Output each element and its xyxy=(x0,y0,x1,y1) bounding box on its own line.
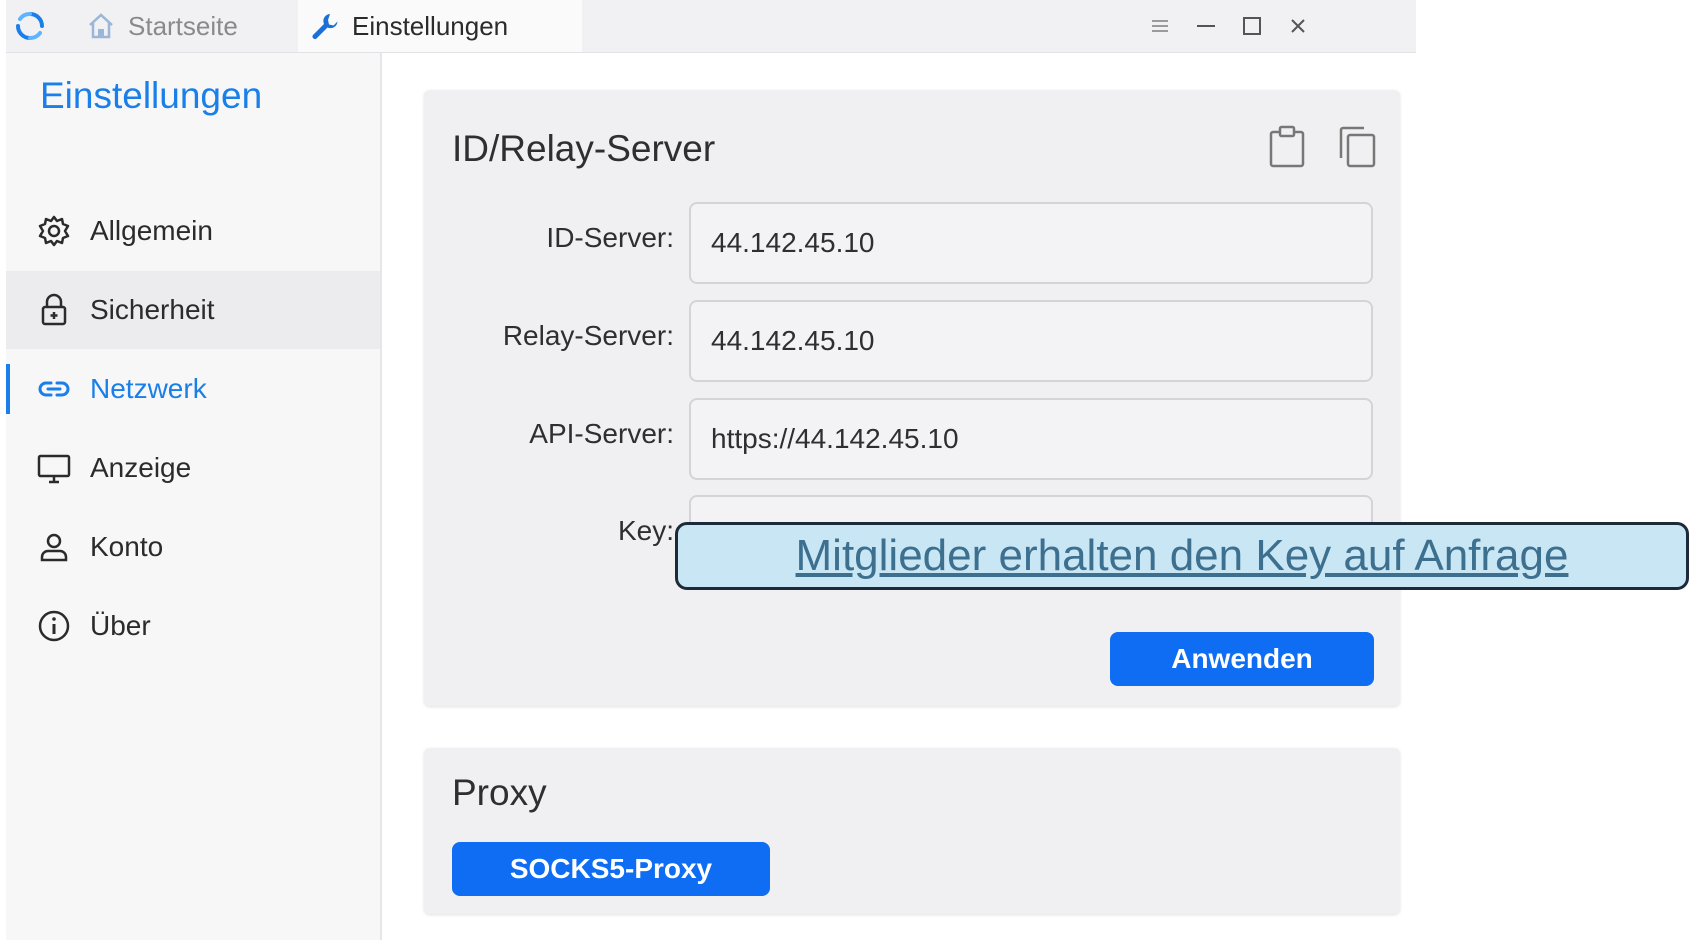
key-request-link[interactable]: Mitglieder erhalten den Key auf Anfrage xyxy=(796,531,1569,581)
card-title: Proxy xyxy=(452,772,547,813)
sidebar-item-sicherheit[interactable]: Sicherheit xyxy=(6,271,380,349)
sidebar-item-label: Konto xyxy=(90,531,164,562)
user-icon xyxy=(40,533,68,562)
tab-label: Startseite xyxy=(128,10,238,41)
sidebar-item-netzwerk[interactable]: Netzwerk xyxy=(6,350,380,428)
maximize-icon[interactable] xyxy=(1238,12,1266,40)
sidebar-item-label: Allgemein xyxy=(90,215,213,246)
lock-icon xyxy=(41,293,67,326)
proxy-card: Proxy SOCKS5-Proxy xyxy=(424,748,1400,914)
sidebar-item-konto[interactable]: Konto xyxy=(6,508,380,586)
tab-einstellungen[interactable]: Einstellungen xyxy=(298,0,582,52)
relay-server-input[interactable] xyxy=(689,300,1373,382)
apply-button[interactable]: Anwenden xyxy=(1110,632,1374,686)
minimize-icon[interactable] xyxy=(1192,12,1220,40)
id-server-label: ID-Server: xyxy=(546,222,674,253)
sidebar-item-label: Netzwerk xyxy=(90,373,207,404)
key-label: Key: xyxy=(617,515,674,546)
wrench-icon xyxy=(312,14,338,39)
sidebar-item-label: Anzeige xyxy=(90,452,192,483)
relay-server-label: Relay-Server: xyxy=(502,320,674,351)
menu-icon[interactable] xyxy=(1146,12,1174,40)
monitor-icon xyxy=(37,454,71,484)
sidebar-item-ueber[interactable]: Über xyxy=(6,587,380,665)
api-server-label: API-Server: xyxy=(529,418,674,449)
relay-server-card: ID/Relay-Server ID-Server: Relay-Server:… xyxy=(424,90,1400,706)
close-icon[interactable] xyxy=(1284,12,1312,40)
home-icon xyxy=(89,13,113,39)
sidebar: Einstellungen Allgemein Sicherheit Netzw… xyxy=(6,53,382,940)
sidebar-item-allgemein[interactable]: Allgemein xyxy=(6,192,380,270)
copy-icon[interactable] xyxy=(1336,124,1378,170)
sidebar-title: Einstellungen xyxy=(40,75,263,116)
app-window: Startseite Einstellungen Einstellungen A… xyxy=(6,0,1416,940)
sidebar-item-anzeige[interactable]: Anzeige xyxy=(6,429,380,507)
api-server-input[interactable] xyxy=(689,398,1373,480)
title-bar: Startseite Einstellungen xyxy=(6,0,1416,53)
sidebar-item-label: Über xyxy=(90,610,151,641)
key-request-callout: Mitglieder erhalten den Key auf Anfrage xyxy=(675,522,1689,590)
gear-icon xyxy=(38,215,70,247)
tab-label: Einstellungen xyxy=(352,10,509,41)
sidebar-item-label: Sicherheit xyxy=(90,294,215,325)
clipboard-paste-icon[interactable] xyxy=(1266,124,1308,170)
card-title: ID/Relay-Server xyxy=(452,128,716,169)
info-icon xyxy=(38,610,70,642)
socks5-proxy-button[interactable]: SOCKS5-Proxy xyxy=(452,842,770,896)
link-icon xyxy=(38,381,70,397)
tab-startseite[interactable]: Startseite xyxy=(78,0,298,52)
id-server-input[interactable] xyxy=(689,202,1373,284)
app-logo-icon xyxy=(16,12,44,40)
